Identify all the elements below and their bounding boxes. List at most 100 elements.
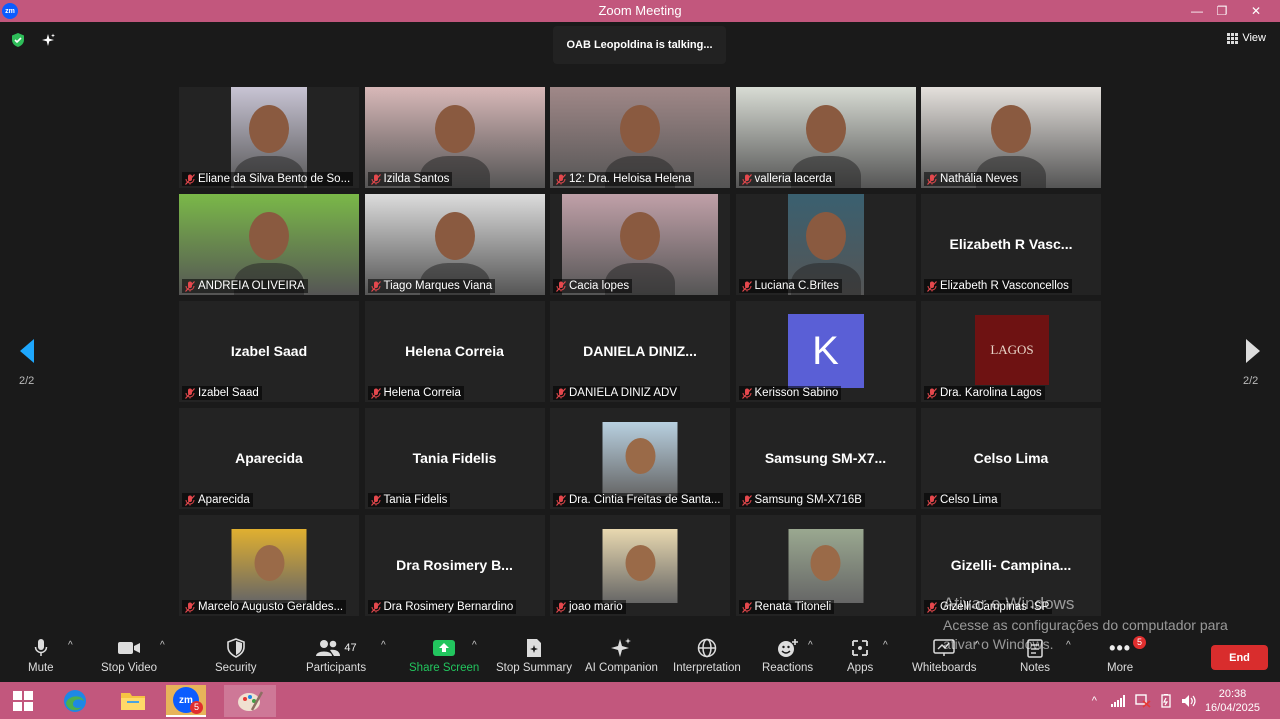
participant-display-name: DANIELA DINIZ... bbox=[583, 343, 697, 359]
share-options-caret-icon[interactable]: ^ bbox=[472, 640, 477, 651]
participant-tile[interactable]: Celso Lima Celso Lima bbox=[921, 408, 1101, 509]
muted-microphone-icon bbox=[927, 173, 937, 185]
participant-photo bbox=[602, 422, 678, 496]
participant-tile[interactable]: valleria lacerda bbox=[735, 87, 916, 188]
security-button[interactable]: Security bbox=[215, 636, 257, 674]
participant-tile[interactable]: Tania Fidelis Tania Fidelis bbox=[364, 408, 545, 509]
clock-time: 20:38 bbox=[1218, 687, 1247, 700]
stop-summary-button[interactable]: Stop Summary bbox=[496, 636, 572, 674]
battery-plug-icon[interactable] bbox=[1159, 693, 1173, 708]
participant-tile[interactable]: Marcelo Augusto Geraldes... bbox=[179, 515, 359, 616]
apps-options-caret-icon[interactable]: ^ bbox=[883, 640, 888, 651]
apps-button[interactable]: Apps bbox=[847, 636, 873, 674]
participant-tile[interactable]: Izilda Santos bbox=[364, 87, 545, 188]
participant-tile[interactable]: Renata Titoneli bbox=[735, 515, 916, 616]
maximize-button[interactable]: ❐ bbox=[1208, 1, 1236, 21]
windows-start-icon[interactable] bbox=[3, 685, 43, 717]
participants-label: Participants bbox=[306, 662, 367, 674]
participant-face bbox=[625, 438, 655, 474]
close-button[interactable]: ✕ bbox=[1242, 1, 1270, 21]
participant-tile[interactable]: K Kerisson Sabino bbox=[735, 301, 916, 402]
active-speaker-indicator: OAB Leopoldina is talking... bbox=[553, 26, 726, 64]
participant-tile[interactable]: Helena Correia Helena Correia bbox=[364, 301, 545, 402]
participant-display-name: Helena Correia bbox=[405, 343, 504, 359]
participant-name: Marcelo Augusto Geraldes... bbox=[198, 601, 344, 613]
participant-name: joao mario bbox=[569, 601, 623, 613]
more-label: More bbox=[1107, 662, 1134, 674]
taskbar-clock[interactable]: 20:38 16/04/2025 bbox=[1205, 687, 1260, 715]
audio-options-caret-icon[interactable]: ^ bbox=[68, 640, 73, 651]
participant-name-label: Luciana C.Brites bbox=[738, 279, 842, 293]
participant-name: Aparecida bbox=[198, 494, 250, 506]
minimize-button[interactable]: — bbox=[1183, 1, 1211, 21]
participant-face bbox=[434, 212, 475, 261]
muted-microphone-icon bbox=[741, 387, 752, 399]
apps-icon bbox=[850, 636, 870, 660]
participants-options-caret-icon[interactable]: ^ bbox=[381, 640, 386, 651]
interpretation-button[interactable]: Interpretation bbox=[673, 636, 741, 674]
participant-name: Helena Correia bbox=[383, 387, 461, 399]
encryption-shield-icon[interactable] bbox=[10, 32, 26, 48]
file-explorer-icon[interactable] bbox=[113, 685, 153, 717]
participant-name: Kerisson Sabino bbox=[754, 387, 839, 399]
participant-display-name: Gizelli- Campina... bbox=[950, 557, 1072, 573]
participant-tile[interactable]: Nathália Neves bbox=[921, 87, 1101, 188]
stop-video-button[interactable]: Stop Video bbox=[101, 636, 157, 674]
participants-button[interactable]: 47 Participants bbox=[306, 636, 366, 674]
muted-microphone-icon bbox=[185, 280, 195, 292]
volume-speaker-icon[interactable] bbox=[1181, 694, 1197, 708]
participant-name: Dra Rosimery Bernardino bbox=[383, 601, 514, 613]
mute-label: Mute bbox=[28, 662, 54, 674]
participant-name-label: Helena Correia bbox=[367, 386, 464, 400]
meeting-info-icons bbox=[10, 32, 56, 48]
participant-tile[interactable]: Dra. Cintia Freitas de Santa... bbox=[550, 408, 730, 509]
participant-tile[interactable]: Eliane da Silva Bento de So... bbox=[179, 87, 359, 188]
participant-tile[interactable]: Samsung SM-X7... Samsung SM-X716B bbox=[735, 408, 916, 509]
view-button[interactable]: View bbox=[1227, 32, 1266, 44]
next-page-arrow-icon[interactable] bbox=[1244, 338, 1262, 364]
network-signal-icon[interactable] bbox=[1110, 694, 1125, 707]
video-options-caret-icon[interactable]: ^ bbox=[160, 640, 165, 651]
participant-name-label: Nathália Neves bbox=[924, 172, 1021, 186]
participant-face bbox=[249, 105, 289, 154]
stop-summary-label: Stop Summary bbox=[496, 662, 573, 674]
participant-name: Samsung SM-X716B bbox=[754, 494, 862, 506]
previous-page-arrow-icon[interactable] bbox=[18, 338, 36, 364]
reactions-button[interactable]: Reactions bbox=[762, 636, 813, 674]
participant-tile[interactable]: DANIELA DINIZ... DANIELA DINIZ ADV bbox=[550, 301, 730, 402]
participant-avatar: K bbox=[787, 314, 864, 388]
participant-tile[interactable]: Tiago Marques Viana bbox=[364, 194, 545, 295]
apps-label: Apps bbox=[847, 662, 874, 674]
notes-label: Notes bbox=[1020, 662, 1051, 674]
ai-sparkle-icon[interactable] bbox=[40, 32, 56, 48]
participant-tile[interactable]: Dra Rosimery B... Dra Rosimery Bernardino bbox=[364, 515, 545, 616]
clock-date: 16/04/2025 bbox=[1204, 701, 1260, 714]
mute-button[interactable]: Mute bbox=[28, 636, 54, 674]
participant-tile[interactable]: Izabel Saad Izabel Saad bbox=[179, 301, 359, 402]
participant-tile[interactable]: 12: Dra. Heloisa Helena bbox=[550, 87, 730, 188]
participant-face bbox=[620, 212, 660, 261]
participant-face bbox=[434, 105, 475, 154]
participant-name: Nathália Neves bbox=[940, 173, 1018, 185]
participant-name-label: Kerisson Sabino bbox=[738, 386, 842, 400]
windows-taskbar: zm 5 ^ 20:38 16/04/2025 bbox=[0, 682, 1280, 719]
edge-browser-icon[interactable] bbox=[55, 685, 95, 717]
system-tray: ^ 20:38 16/04/2025 bbox=[1092, 682, 1280, 719]
participant-tile[interactable]: LAGOS Dra. Karolina Lagos bbox=[921, 301, 1101, 402]
reactions-options-caret-icon[interactable]: ^ bbox=[808, 640, 813, 651]
muted-microphone-icon bbox=[185, 173, 195, 185]
participant-tile[interactable]: joao mario bbox=[550, 515, 730, 616]
network-status-icon[interactable] bbox=[1135, 693, 1151, 708]
muted-microphone-icon bbox=[927, 601, 937, 613]
participant-tile[interactable]: ANDREIA OLIVEIRA bbox=[179, 194, 359, 295]
participant-tile[interactable]: Elizabeth R Vasc... Elizabeth R Vasconcel… bbox=[921, 194, 1101, 295]
share-screen-button[interactable]: Share Screen bbox=[409, 636, 479, 674]
participant-tile[interactable]: Cacia lopes bbox=[550, 194, 730, 295]
participant-name: DANIELA DINIZ ADV bbox=[569, 387, 678, 399]
paint-app-icon[interactable] bbox=[224, 685, 276, 717]
participant-tile[interactable]: Luciana C.Brites bbox=[735, 194, 916, 295]
ai-companion-button[interactable]: AI Companion bbox=[585, 636, 658, 674]
participant-tile[interactable]: Aparecida Aparecida bbox=[179, 408, 359, 509]
show-hidden-icons-chevron-icon[interactable]: ^ bbox=[1092, 695, 1097, 707]
participant-face bbox=[249, 212, 289, 261]
